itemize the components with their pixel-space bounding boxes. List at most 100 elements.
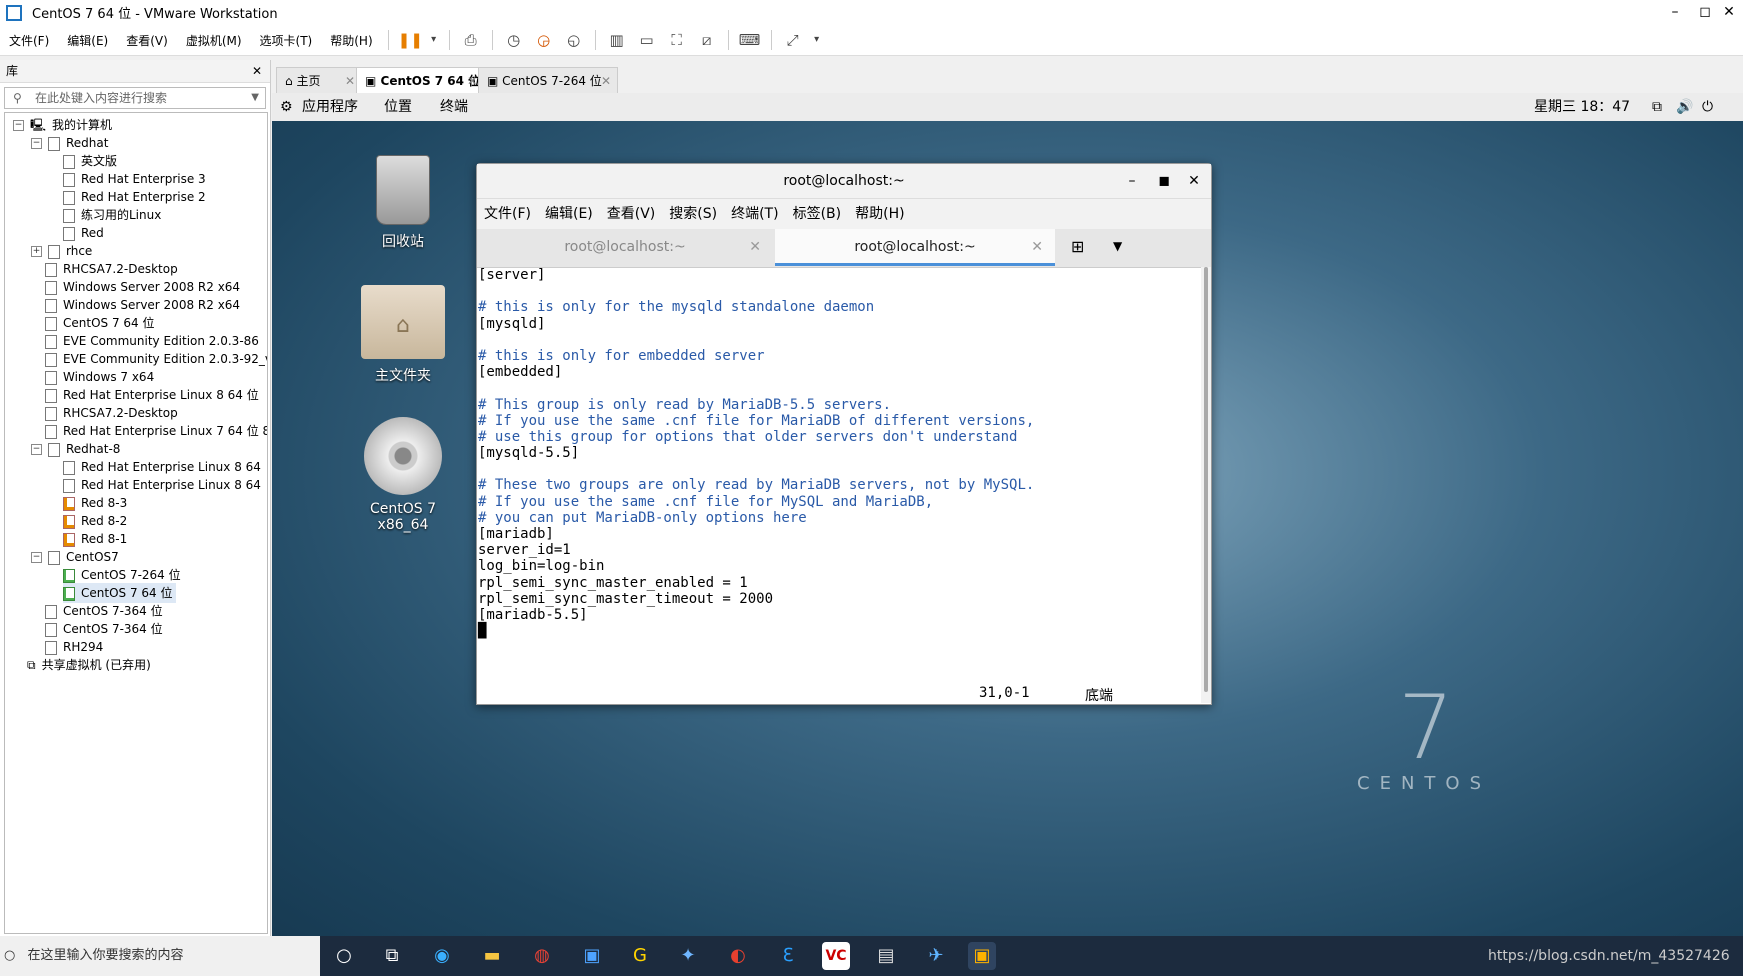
terminal-menu-view[interactable]: 查看(V) <box>600 199 663 229</box>
chevron-down-icon[interactable]: ▼ <box>251 88 259 108</box>
app-icon[interactable]: ✦ <box>674 942 702 970</box>
tree-item-vm[interactable]: RHCSA7.2-Desktop <box>45 403 178 423</box>
chevron-down-icon[interactable]: ▼ <box>1113 239 1122 253</box>
tree-item-vm[interactable]: CentOS 7-364 位 <box>45 619 163 639</box>
tree-item-vm[interactable]: Windows Server 2008 R2 x64 <box>45 295 240 315</box>
tree-item-vm[interactable]: Red <box>63 223 104 243</box>
minimize-button[interactable]: – <box>1660 0 1690 25</box>
menu-view[interactable]: 查看(V) <box>117 32 177 49</box>
applications-menu[interactable]: 应用程序 <box>302 93 358 121</box>
snapshot-manager-icon[interactable]: ◵ <box>562 28 586 52</box>
app-icon[interactable]: ℇ <box>774 942 802 970</box>
menu-tabs[interactable]: 选项卡(T) <box>251 32 322 49</box>
tab-close-icon[interactable]: ✕ <box>601 68 611 94</box>
desktop-disc[interactable]: CentOS 7 x86_64 <box>348 417 458 533</box>
tree-item-vm[interactable]: Windows 7 x64 <box>45 367 154 387</box>
tree-item-vm[interactable]: Red Hat Enterprise Linux 8 64 位 <box>45 385 259 405</box>
tree-item-vm[interactable]: Red Hat Enterprise Linux 8 64 <box>63 457 261 477</box>
chevron-down-icon[interactable]: ▾ <box>428 28 440 52</box>
menu-file[interactable]: 文件(F) <box>0 32 58 49</box>
expand-icon[interactable]: + <box>31 246 42 257</box>
desktop-home[interactable]: ⌂ 主文件夹 <box>348 285 458 385</box>
places-menu[interactable]: 位置 <box>384 93 412 121</box>
terminal-menu-search[interactable]: 搜索(S) <box>662 199 724 229</box>
vmware-taskbar-icon[interactable]: ▣ <box>968 942 996 970</box>
app-icon[interactable]: G <box>626 942 654 970</box>
guest-screen[interactable]: ⚙ 应用程序 位置 终端 星期三 18：47 ⧉ 🔊 ⏻ 回收站 ⌂ 主文件夹 … <box>272 93 1743 936</box>
app-icon[interactable]: VC <box>822 942 850 970</box>
tab-centos-7-64[interactable]: ▣ CentOS 7 64 位 ✕ <box>356 67 484 94</box>
terminal-menu[interactable]: 终端 <box>440 93 468 121</box>
clock[interactable]: 星期三 18：47 <box>1534 93 1630 121</box>
tree-item-vm[interactable]: Red Hat Enterprise Linux 7 64 位 8 <box>45 421 267 441</box>
tree-item-vm[interactable]: CentOS 7-364 位 <box>45 601 163 621</box>
tab-centos-7-264[interactable]: ▣ CentOS 7-264 位 ✕ <box>478 67 618 94</box>
tree-item-vm[interactable]: CentOS 7 64 位 <box>45 313 154 333</box>
fullscreen-icon[interactable]: ⛶ <box>665 28 689 52</box>
terminal-menu-help[interactable]: 帮助(H) <box>848 199 911 229</box>
menu-help[interactable]: 帮助(H) <box>321 32 381 49</box>
taskbar-search-box[interactable]: ○ 在这里输入你要搜索的内容 <box>0 936 320 976</box>
library-search-input[interactable]: ⚲ 在此处键入内容进行搜索 ▼ <box>4 87 266 109</box>
collapse-icon[interactable]: − <box>13 120 24 131</box>
terminal-maximize-icon[interactable]: ◼ <box>1149 164 1179 198</box>
revert-snapshot-icon[interactable]: ◶ <box>532 28 556 52</box>
library-close-icon[interactable]: ✕ <box>252 60 262 82</box>
terminal-tab-active[interactable]: root@localhost:~ ✕ <box>775 229 1055 266</box>
tab-close-icon[interactable]: ✕ <box>467 68 477 94</box>
terminal-minimize-icon[interactable]: – <box>1117 164 1147 198</box>
tree-item-vm[interactable]: Red 8-3 <box>63 493 127 513</box>
tree-item-folder[interactable]: + rhce <box>31 241 92 261</box>
app-icon[interactable]: ◐ <box>724 942 752 970</box>
tree-item-vm[interactable]: Windows Server 2008 R2 x64 <box>45 277 240 297</box>
desktop-trash[interactable]: 回收站 <box>348 155 458 251</box>
collapse-icon[interactable]: − <box>31 138 42 149</box>
tree-item-folder[interactable]: − Redhat-8 <box>31 439 120 459</box>
stretch-icon[interactable]: ⤢ <box>781 28 805 52</box>
close-button[interactable]: ✕ <box>1714 0 1743 25</box>
tree-item-vm-selected[interactable]: CentOS 7 64 位 <box>63 583 177 603</box>
app-icon[interactable]: ▤ <box>872 942 900 970</box>
tree-item-vm[interactable]: Red Hat Enterprise Linux 8 64 <box>63 475 261 495</box>
chevron-down-icon[interactable]: ▾ <box>811 28 823 52</box>
menu-edit[interactable]: 编辑(E) <box>58 32 117 49</box>
send-ctrl-alt-del-icon[interactable]: ⎙ <box>459 28 483 52</box>
app-icon[interactable]: ✈ <box>922 942 950 970</box>
console-icon[interactable]: ⌨ <box>738 28 762 52</box>
terminal-tab-close-icon[interactable]: ✕ <box>749 229 761 266</box>
network-icon[interactable]: ⧉ <box>1652 93 1662 121</box>
terminal-menu-terminal[interactable]: 终端(T) <box>724 199 785 229</box>
collapse-icon[interactable]: − <box>31 444 42 455</box>
volume-icon[interactable]: 🔊 <box>1676 93 1693 121</box>
suspend-icon[interactable]: ❚❚ <box>398 28 423 52</box>
chrome-icon[interactable]: ◍ <box>528 942 556 970</box>
terminal-close-icon[interactable]: ✕ <box>1179 164 1209 198</box>
terminal-menu-edit[interactable]: 编辑(E) <box>538 199 600 229</box>
terminal-tab-close-icon[interactable]: ✕ <box>1031 229 1043 266</box>
menu-vm[interactable]: 虚拟机(M) <box>177 32 251 49</box>
tree-item-folder[interactable]: − CentOS7 <box>31 547 119 567</box>
terminal-menu-file[interactable]: 文件(F) <box>477 199 538 229</box>
tab-home[interactable]: ⌂ 主页 ✕ <box>276 67 362 94</box>
terminal-scrollbar[interactable] <box>1201 267 1211 703</box>
terminal-window[interactable]: root@localhost:~ – ◼ ✕ 文件(F) 编辑(E) 查看(V)… <box>476 163 1212 705</box>
tree-item-vm[interactable]: Red 8-2 <box>63 511 127 531</box>
thumbnail-view-icon[interactable]: ▭ <box>635 28 659 52</box>
collapse-icon[interactable]: − <box>31 552 42 563</box>
scrollbar-thumb[interactable] <box>1204 267 1208 692</box>
terminal-menu-tabs[interactable]: 标签(B) <box>786 199 849 229</box>
tree-item-my-computer[interactable]: − 🖳 我的计算机 <box>13 115 112 135</box>
tree-item-vm[interactable]: EVE Community Edition 2.0.3-86 <box>45 331 259 351</box>
tree-item-vm[interactable]: 英文版 <box>63 151 117 171</box>
snapshot-icon[interactable]: ◷ <box>502 28 526 52</box>
tree-item-vm[interactable]: Red Hat Enterprise 2 <box>63 187 206 207</box>
cortana-icon[interactable]: ○ <box>330 942 358 970</box>
task-view-icon[interactable]: ⧉ <box>378 942 406 970</box>
tree-item-vm[interactable]: 练习用的Linux <box>63 205 161 225</box>
library-view-icon[interactable]: ▥ <box>605 28 629 52</box>
unity-icon[interactable]: ⧄ <box>695 28 719 52</box>
tree-item-vm[interactable]: Red 8-1 <box>63 529 127 549</box>
app-icon[interactable]: ▣ <box>578 942 606 970</box>
file-explorer-icon[interactable]: ▬ <box>478 942 506 970</box>
tree-item-vm[interactable]: CentOS 7-264 位 <box>63 565 181 585</box>
